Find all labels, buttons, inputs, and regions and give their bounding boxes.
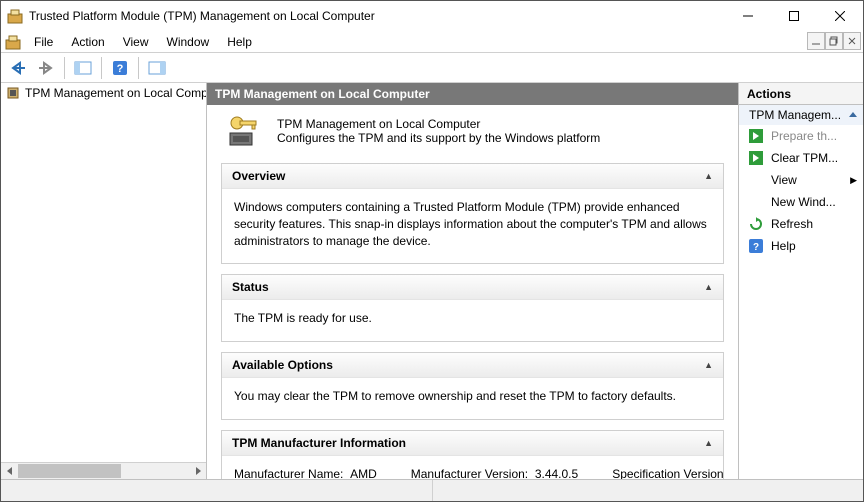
show-action-pane-button[interactable] xyxy=(144,55,170,81)
mdi-minimize-button[interactable] xyxy=(807,32,825,50)
mfr-name-value: AMD xyxy=(350,467,377,479)
group-options-body: You may clear the TPM to remove ownershi… xyxy=(222,378,723,419)
action-clear-label: Clear TPM... xyxy=(771,151,838,165)
group-manufacturer-title: TPM Manufacturer Information xyxy=(232,436,406,450)
toolbar-separator xyxy=(138,57,139,79)
collapse-icon: ▲ xyxy=(704,360,713,370)
mdi-close-button[interactable] xyxy=(843,32,861,50)
close-button[interactable] xyxy=(817,1,863,31)
arrow-right-green-icon xyxy=(749,129,763,143)
action-help[interactable]: ? Help xyxy=(739,235,863,257)
action-view-label: View xyxy=(771,173,797,187)
menu-bar: File Action View Window Help xyxy=(1,31,863,53)
scroll-right-button[interactable] xyxy=(189,463,206,479)
help-button[interactable]: ? xyxy=(107,55,133,81)
mfr-version-label: Manufacturer Version: xyxy=(411,467,528,479)
maximize-button[interactable] xyxy=(771,1,817,31)
refresh-icon xyxy=(749,217,763,231)
scroll-track[interactable] xyxy=(18,463,189,479)
key-chip-icon xyxy=(225,115,265,147)
actions-pane: Actions TPM Managem... Prepare th... Cle… xyxy=(739,83,863,479)
forward-button[interactable] xyxy=(33,55,59,81)
svg-text:?: ? xyxy=(753,242,759,253)
actions-header: Actions xyxy=(739,83,863,105)
banner: TPM Management on Local Computer Configu… xyxy=(207,105,738,159)
banner-title: TPM Management on Local Computer xyxy=(277,117,600,131)
group-status: Status ▲ The TPM is ready for use. xyxy=(221,274,724,342)
svg-text:?: ? xyxy=(117,63,124,75)
action-prepare-label: Prepare th... xyxy=(771,129,837,143)
body: TPM Management on Local Comp TPM Managem… xyxy=(1,83,863,479)
toolbar-separator xyxy=(101,57,102,79)
content-body: TPM Management on Local Computer Configu… xyxy=(207,105,738,479)
menu-app-icon xyxy=(5,34,21,50)
group-overview-title: Overview xyxy=(232,169,285,183)
back-button[interactable] xyxy=(5,55,31,81)
horizontal-scrollbar[interactable] xyxy=(1,462,206,479)
navigation-pane: TPM Management on Local Comp xyxy=(1,83,207,479)
chip-icon xyxy=(5,85,21,101)
scroll-left-button[interactable] xyxy=(1,463,18,479)
status-bar xyxy=(1,479,863,501)
menu-window[interactable]: Window xyxy=(158,33,219,51)
group-status-header[interactable]: Status ▲ xyxy=(222,275,723,300)
action-new-window-label: New Wind... xyxy=(771,195,836,209)
menu-file[interactable]: File xyxy=(25,33,62,51)
minimize-button[interactable] xyxy=(725,1,771,31)
menu-view[interactable]: View xyxy=(114,33,158,51)
tree-root-label: TPM Management on Local Comp xyxy=(25,86,206,100)
app-window: Trusted Platform Module (TPM) Management… xyxy=(0,0,864,502)
action-refresh[interactable]: Refresh xyxy=(739,213,863,235)
toolbar-separator xyxy=(64,57,65,79)
group-manufacturer: TPM Manufacturer Information ▲ Manufactu… xyxy=(221,430,724,479)
menu-action[interactable]: Action xyxy=(62,33,113,51)
tree-empty-space xyxy=(1,103,206,462)
group-manufacturer-body: Manufacturer Name: AMD Manufacturer Vers… xyxy=(222,456,723,479)
group-options-header[interactable]: Available Options ▲ xyxy=(222,353,723,378)
collapse-icon: ▲ xyxy=(704,438,713,448)
status-cell xyxy=(1,480,433,501)
mfr-version-value: 3.44.0.5 xyxy=(535,467,578,479)
help-icon: ? xyxy=(749,239,763,253)
tool-bar: ? xyxy=(1,53,863,83)
group-overview-header[interactable]: Overview ▲ xyxy=(222,164,723,189)
group-manufacturer-header[interactable]: TPM Manufacturer Information ▲ xyxy=(222,431,723,456)
scroll-thumb[interactable] xyxy=(18,464,121,478)
group-options-title: Available Options xyxy=(232,358,333,372)
action-clear-tpm[interactable]: Clear TPM... xyxy=(739,147,863,169)
group-status-body: The TPM is ready for use. xyxy=(222,300,723,341)
title-bar: Trusted Platform Module (TPM) Management… xyxy=(1,1,863,31)
arrow-right-green-icon xyxy=(749,151,763,165)
show-hide-tree-button[interactable] xyxy=(70,55,96,81)
action-new-window[interactable]: New Wind... xyxy=(739,191,863,213)
app-icon xyxy=(7,8,23,24)
action-view[interactable]: View ▶ xyxy=(739,169,863,191)
status-cell xyxy=(433,480,864,501)
group-overview: Overview ▲ Windows computers containing … xyxy=(221,163,724,264)
banner-subtitle: Configures the TPM and its support by th… xyxy=(277,131,600,145)
actions-group-header[interactable]: TPM Managem... xyxy=(739,105,863,125)
collapse-icon: ▲ xyxy=(704,171,713,181)
menu-help[interactable]: Help xyxy=(218,33,261,51)
content-pane: TPM Management on Local Computer TPM M xyxy=(207,83,739,479)
action-help-label: Help xyxy=(771,239,796,253)
window-buttons xyxy=(725,1,863,31)
group-options: Available Options ▲ You may clear the TP… xyxy=(221,352,724,420)
collapse-icon xyxy=(849,111,857,119)
mfr-name-label: Manufacturer Name: xyxy=(234,467,343,479)
chevron-right-icon: ▶ xyxy=(850,175,857,186)
banner-text: TPM Management on Local Computer Configu… xyxy=(277,117,600,145)
actions-group-label: TPM Managem... xyxy=(749,108,841,122)
mdi-restore-button[interactable] xyxy=(825,32,843,50)
action-prepare-tpm[interactable]: Prepare th... xyxy=(739,125,863,147)
tree-root-item[interactable]: TPM Management on Local Comp xyxy=(1,83,206,103)
group-status-title: Status xyxy=(232,280,269,294)
spec-version-label: Specification Version: xyxy=(612,467,723,479)
action-refresh-label: Refresh xyxy=(771,217,813,231)
window-title: Trusted Platform Module (TPM) Management… xyxy=(29,9,725,23)
content-header: TPM Management on Local Computer xyxy=(207,83,738,105)
collapse-icon: ▲ xyxy=(704,282,713,292)
group-overview-body: Windows computers containing a Trusted P… xyxy=(222,189,723,263)
